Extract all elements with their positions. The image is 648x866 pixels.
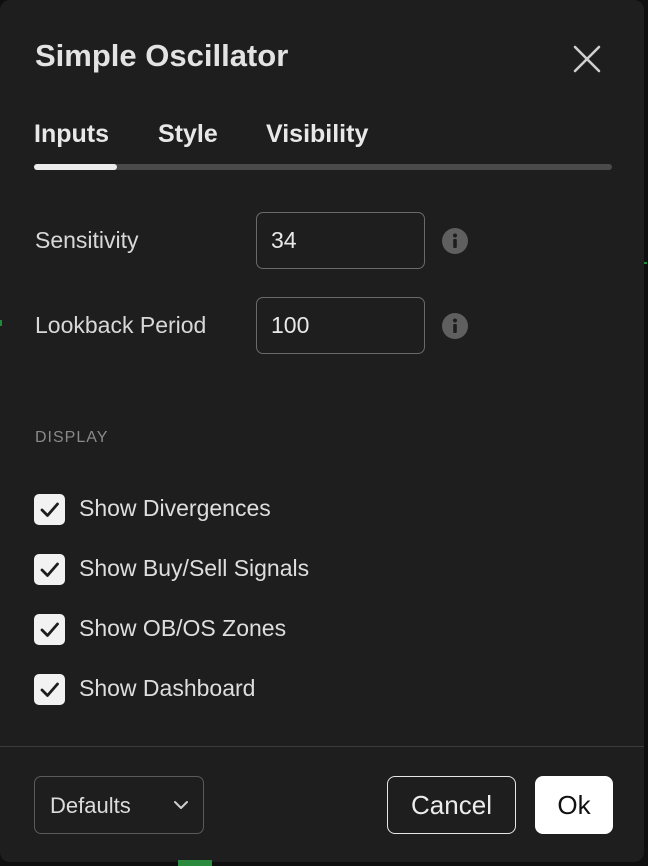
show-dashboard-checkbox[interactable] (34, 674, 65, 705)
display-section-heading: DISPLAY (35, 429, 109, 446)
show-buy-sell-signals-option[interactable]: Show Buy/Sell Signals (34, 554, 434, 586)
checkmark-icon (40, 622, 59, 637)
cancel-button[interactable]: Cancel (387, 776, 516, 834)
lookback-row: Lookback Period (35, 297, 595, 355)
show-ob-os-zones-checkbox[interactable] (34, 614, 65, 645)
lookback-input[interactable] (256, 297, 425, 354)
dialog-title: Simple Oscillator (35, 38, 289, 73)
info-glyph (453, 233, 457, 248)
checkmark-icon (40, 682, 59, 697)
chevron-down-icon (174, 801, 188, 809)
checkmark-icon (40, 502, 59, 517)
show-dashboard-label: Show Dashboard (79, 675, 256, 701)
defaults-label: Defaults (50, 793, 131, 818)
show-divergences-option[interactable]: Show Divergences (34, 494, 434, 526)
background-chart-mark (644, 262, 647, 264)
ok-button[interactable]: Ok (535, 776, 613, 834)
show-divergences-label: Show Divergences (79, 495, 271, 521)
sensitivity-row: Sensitivity (35, 212, 595, 270)
footer-divider (0, 746, 644, 747)
show-buy-sell-signals-checkbox[interactable] (34, 554, 65, 585)
indicator-settings-dialog: Simple Oscillator Inputs Style Visibilit… (0, 0, 644, 862)
tab-bar: Inputs Style Visibility (34, 120, 612, 172)
show-divergences-checkbox[interactable] (34, 494, 65, 525)
info-glyph (453, 318, 457, 333)
tab-inputs[interactable]: Inputs (34, 120, 109, 149)
close-button[interactable] (568, 40, 606, 78)
tab-style[interactable]: Style (158, 120, 218, 149)
show-ob-os-zones-label: Show OB/OS Zones (79, 615, 287, 641)
show-dashboard-option[interactable]: Show Dashboard (34, 674, 434, 706)
tab-track (34, 164, 612, 170)
checkmark-icon (40, 562, 59, 577)
defaults-dropdown[interactable]: Defaults (34, 776, 204, 834)
sensitivity-input[interactable] (256, 212, 425, 269)
sensitivity-label: Sensitivity (35, 227, 139, 253)
active-tab-indicator (34, 164, 117, 170)
background-chart-mark (0, 320, 2, 326)
show-ob-os-zones-option[interactable]: Show OB/OS Zones (34, 614, 434, 646)
tab-visibility[interactable]: Visibility (266, 120, 368, 149)
background-chart-mark (178, 860, 212, 866)
close-icon (573, 45, 601, 73)
show-buy-sell-signals-label: Show Buy/Sell Signals (79, 555, 310, 581)
info-icon[interactable] (442, 228, 468, 254)
lookback-label: Lookback Period (35, 312, 207, 338)
info-icon[interactable] (442, 313, 468, 339)
